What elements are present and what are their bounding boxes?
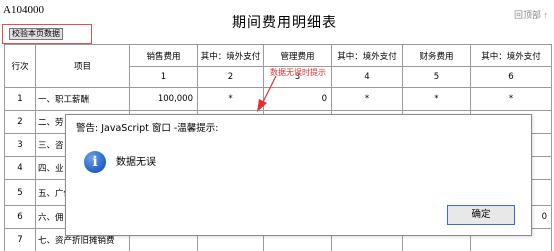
dialog-title: 警告: JavaScript 窗口 -温馨提示:	[76, 123, 219, 134]
page-title: 期间费用明细表	[232, 15, 337, 31]
check-page-data-button[interactable]: 校验本页数据	[9, 28, 63, 40]
row-number: 6	[4, 205, 36, 229]
col-number: 4	[331, 66, 403, 88]
dialog-message: 数据无误	[116, 157, 156, 168]
col-header-sales: 销售费用	[129, 44, 198, 67]
check-button-highlight: 校验本页数据	[2, 24, 92, 44]
col-number: 6	[470, 66, 552, 88]
col-header-sales-foreign: 其中：境外支付	[197, 44, 264, 67]
alert-dialog: 警告: JavaScript 窗口 -温馨提示: i 数据无误 确定	[65, 114, 532, 236]
col-header-item: 项目	[35, 44, 130, 88]
back-to-top-link[interactable]: 回顶部 ↑	[514, 8, 548, 21]
col-header-finance-foreign: 其中：境外支付	[470, 44, 552, 67]
hint-arrow-icon	[257, 75, 277, 112]
sales-input[interactable]: 100,000	[129, 87, 198, 111]
info-icon: i	[84, 151, 106, 173]
col-number: 1	[129, 66, 198, 88]
ok-button[interactable]: 确定	[447, 205, 515, 225]
col-header-row-no: 行次	[4, 44, 36, 88]
finance-cell: *	[402, 87, 471, 111]
admin-foreign-cell: *	[331, 87, 403, 111]
col-header-finance: 财务费用	[402, 44, 471, 67]
col-header-admin-foreign: 其中：境外支付	[331, 44, 403, 67]
row-number: 2	[4, 110, 36, 134]
col-header-admin: 管理费用	[263, 44, 332, 67]
row-item: 一、职工薪酬	[35, 87, 130, 111]
row-number: 3	[4, 133, 36, 157]
form-code: A104000	[3, 4, 44, 16]
row-number: 4	[4, 156, 36, 180]
row-number: 1	[4, 87, 36, 111]
col-number: 5	[402, 66, 471, 88]
finance-foreign-cell: *	[470, 87, 552, 111]
dialog-body: i 数据无误 确定	[66, 137, 531, 235]
row-number: 7	[4, 228, 36, 251]
row-number: 5	[4, 179, 36, 206]
